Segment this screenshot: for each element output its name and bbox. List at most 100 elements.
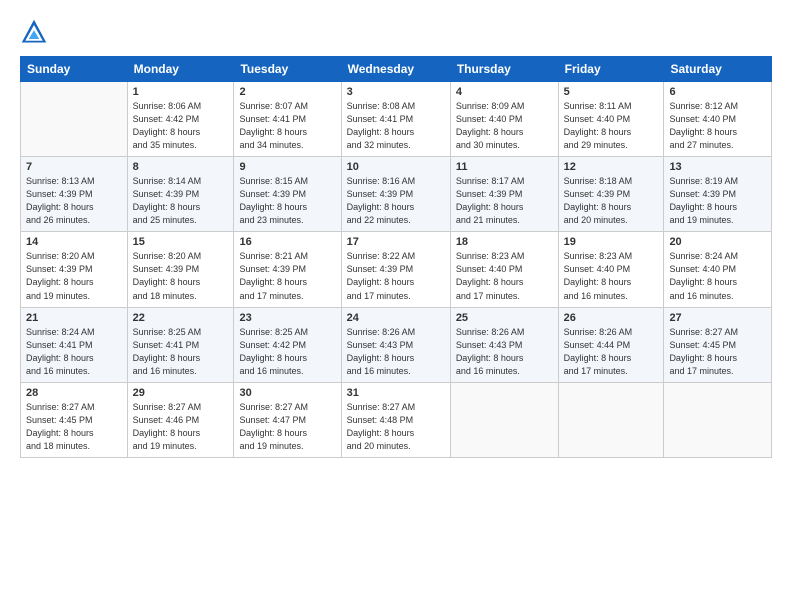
calendar-day-cell: 8 Sunrise: 8:14 AM Sunset: 4:39 PM Daylig…: [127, 157, 234, 232]
day-info: Sunrise: 8:26 AM Sunset: 4:44 PM Dayligh…: [564, 326, 659, 378]
day-number: 5: [564, 86, 659, 98]
calendar-day-cell: 13 Sunrise: 8:19 AM Sunset: 4:39 PM Dayli…: [664, 157, 772, 232]
day-info: Sunrise: 8:13 AM Sunset: 4:39 PM Dayligh…: [26, 175, 122, 227]
calendar-day-cell: 3Sunrise: 8:08 AM Sunset: 4:41 PM Daylig…: [341, 82, 450, 157]
day-number: 12: [564, 161, 659, 173]
day-number: 4: [456, 86, 553, 98]
calendar-day-cell: 7 Sunrise: 8:13 AM Sunset: 4:39 PM Daylig…: [21, 157, 128, 232]
day-info: Sunrise: 8:14 AM Sunset: 4:39 PM Dayligh…: [133, 175, 229, 227]
day-number: 21: [26, 312, 122, 324]
day-info: Sunrise: 8:15 AM Sunset: 4:39 PM Dayligh…: [239, 175, 335, 227]
calendar-day-cell: 10Sunrise: 8:16 AM Sunset: 4:39 PM Dayli…: [341, 157, 450, 232]
day-info: Sunrise: 8:21 AM Sunset: 4:39 PM Dayligh…: [239, 250, 335, 302]
day-info: Sunrise: 8:18 AM Sunset: 4:39 PM Dayligh…: [564, 175, 659, 227]
day-number: 14: [26, 236, 122, 248]
calendar-day-header: Sunday: [21, 57, 128, 82]
calendar-day-cell: 28 Sunrise: 8:27 AM Sunset: 4:45 PM Dayli…: [21, 382, 128, 457]
calendar-day-cell: 1 Sunrise: 8:06 AM Sunset: 4:42 PM Daylig…: [127, 82, 234, 157]
day-number: 9: [239, 161, 335, 173]
calendar-day-cell: 18 Sunrise: 8:23 AM Sunset: 4:40 PM Dayli…: [450, 232, 558, 307]
day-info: Sunrise: 8:24 AM Sunset: 4:40 PM Dayligh…: [669, 250, 766, 302]
day-number: 15: [133, 236, 229, 248]
day-number: 28: [26, 387, 122, 399]
calendar-week-row: 21 Sunrise: 8:24 AM Sunset: 4:41 PM Dayli…: [21, 307, 772, 382]
calendar-week-row: 1 Sunrise: 8:06 AM Sunset: 4:42 PM Daylig…: [21, 82, 772, 157]
day-info: Sunrise: 8:24 AM Sunset: 4:41 PM Dayligh…: [26, 326, 122, 378]
calendar-day-cell: 15 Sunrise: 8:20 AM Sunset: 4:39 PM Dayli…: [127, 232, 234, 307]
day-info: Sunrise: 8:27 AM Sunset: 4:45 PM Dayligh…: [26, 401, 122, 453]
day-info: Sunrise: 8:09 AM Sunset: 4:40 PM Dayligh…: [456, 100, 553, 152]
day-info: Sunrise: 8:27 AM Sunset: 4:45 PM Dayligh…: [669, 326, 766, 378]
calendar-day-header: Thursday: [450, 57, 558, 82]
day-info: Sunrise: 8:07 AM Sunset: 4:41 PM Dayligh…: [239, 100, 335, 152]
day-info: Sunrise: 8:16 AM Sunset: 4:39 PM Dayligh…: [347, 175, 445, 227]
day-number: 18: [456, 236, 553, 248]
day-number: 20: [669, 236, 766, 248]
calendar-day-cell: 11 Sunrise: 8:17 AM Sunset: 4:39 PM Dayli…: [450, 157, 558, 232]
day-number: 19: [564, 236, 659, 248]
calendar-day-cell: 26 Sunrise: 8:26 AM Sunset: 4:44 PM Dayli…: [558, 307, 664, 382]
day-info: Sunrise: 8:19 AM Sunset: 4:39 PM Dayligh…: [669, 175, 766, 227]
calendar-table: SundayMondayTuesdayWednesdayThursdayFrid…: [20, 56, 772, 458]
page: SundayMondayTuesdayWednesdayThursdayFrid…: [0, 0, 792, 612]
day-number: 1: [133, 86, 229, 98]
day-number: 27: [669, 312, 766, 324]
calendar-day-cell: 4 Sunrise: 8:09 AM Sunset: 4:40 PM Daylig…: [450, 82, 558, 157]
day-info: Sunrise: 8:20 AM Sunset: 4:39 PM Dayligh…: [26, 250, 122, 302]
day-number: 22: [133, 312, 229, 324]
calendar-day-cell: 20 Sunrise: 8:24 AM Sunset: 4:40 PM Dayli…: [664, 232, 772, 307]
calendar-week-row: 14 Sunrise: 8:20 AM Sunset: 4:39 PM Dayli…: [21, 232, 772, 307]
day-info: Sunrise: 8:22 AM Sunset: 4:39 PM Dayligh…: [347, 250, 445, 302]
day-info: Sunrise: 8:12 AM Sunset: 4:40 PM Dayligh…: [669, 100, 766, 152]
day-info: Sunrise: 8:23 AM Sunset: 4:40 PM Dayligh…: [564, 250, 659, 302]
calendar-day-header: Saturday: [664, 57, 772, 82]
calendar-day-cell: 24 Sunrise: 8:26 AM Sunset: 4:43 PM Dayli…: [341, 307, 450, 382]
day-number: 25: [456, 312, 553, 324]
day-info: Sunrise: 8:06 AM Sunset: 4:42 PM Dayligh…: [133, 100, 229, 152]
calendar-day-cell: 23Sunrise: 8:25 AM Sunset: 4:42 PM Dayli…: [234, 307, 341, 382]
calendar-day-cell: 22 Sunrise: 8:25 AM Sunset: 4:41 PM Dayli…: [127, 307, 234, 382]
day-number: 7: [26, 161, 122, 173]
day-number: 17: [347, 236, 445, 248]
day-info: Sunrise: 8:23 AM Sunset: 4:40 PM Dayligh…: [456, 250, 553, 302]
calendar-day-cell: 14 Sunrise: 8:20 AM Sunset: 4:39 PM Dayli…: [21, 232, 128, 307]
calendar-day-cell: 21 Sunrise: 8:24 AM Sunset: 4:41 PM Dayli…: [21, 307, 128, 382]
day-info: Sunrise: 8:26 AM Sunset: 4:43 PM Dayligh…: [456, 326, 553, 378]
calendar-day-cell: 5Sunrise: 8:11 AM Sunset: 4:40 PM Daylig…: [558, 82, 664, 157]
calendar-day-cell: 17 Sunrise: 8:22 AM Sunset: 4:39 PM Dayli…: [341, 232, 450, 307]
day-number: 29: [133, 387, 229, 399]
calendar-week-row: 7 Sunrise: 8:13 AM Sunset: 4:39 PM Daylig…: [21, 157, 772, 232]
day-number: 26: [564, 312, 659, 324]
day-number: 11: [456, 161, 553, 173]
calendar-day-cell: 16 Sunrise: 8:21 AM Sunset: 4:39 PM Dayli…: [234, 232, 341, 307]
day-info: Sunrise: 8:27 AM Sunset: 4:48 PM Dayligh…: [347, 401, 445, 453]
calendar-day-header: Wednesday: [341, 57, 450, 82]
calendar-day-cell: 30Sunrise: 8:27 AM Sunset: 4:47 PM Dayli…: [234, 382, 341, 457]
calendar-day-header: Monday: [127, 57, 234, 82]
day-number: 3: [347, 86, 445, 98]
day-info: Sunrise: 8:25 AM Sunset: 4:41 PM Dayligh…: [133, 326, 229, 378]
calendar-day-cell: [450, 382, 558, 457]
day-info: Sunrise: 8:17 AM Sunset: 4:39 PM Dayligh…: [456, 175, 553, 227]
logo: [20, 18, 52, 46]
calendar-day-header: Friday: [558, 57, 664, 82]
day-info: Sunrise: 8:27 AM Sunset: 4:47 PM Dayligh…: [239, 401, 335, 453]
calendar-week-row: 28 Sunrise: 8:27 AM Sunset: 4:45 PM Dayli…: [21, 382, 772, 457]
day-number: 23: [239, 312, 335, 324]
day-number: 6: [669, 86, 766, 98]
day-info: Sunrise: 8:20 AM Sunset: 4:39 PM Dayligh…: [133, 250, 229, 302]
day-number: 24: [347, 312, 445, 324]
calendar-day-cell: 9 Sunrise: 8:15 AM Sunset: 4:39 PM Daylig…: [234, 157, 341, 232]
calendar-day-header: Tuesday: [234, 57, 341, 82]
calendar-day-cell: 27 Sunrise: 8:27 AM Sunset: 4:45 PM Dayli…: [664, 307, 772, 382]
logo-icon: [20, 18, 48, 46]
day-number: 16: [239, 236, 335, 248]
calendar-header-row: SundayMondayTuesdayWednesdayThursdayFrid…: [21, 57, 772, 82]
calendar-day-cell: 2Sunrise: 8:07 AM Sunset: 4:41 PM Daylig…: [234, 82, 341, 157]
calendar-day-cell: 12 Sunrise: 8:18 AM Sunset: 4:39 PM Dayli…: [558, 157, 664, 232]
day-number: 13: [669, 161, 766, 173]
day-info: Sunrise: 8:27 AM Sunset: 4:46 PM Dayligh…: [133, 401, 229, 453]
day-info: Sunrise: 8:26 AM Sunset: 4:43 PM Dayligh…: [347, 326, 445, 378]
day-number: 31: [347, 387, 445, 399]
day-number: 8: [133, 161, 229, 173]
